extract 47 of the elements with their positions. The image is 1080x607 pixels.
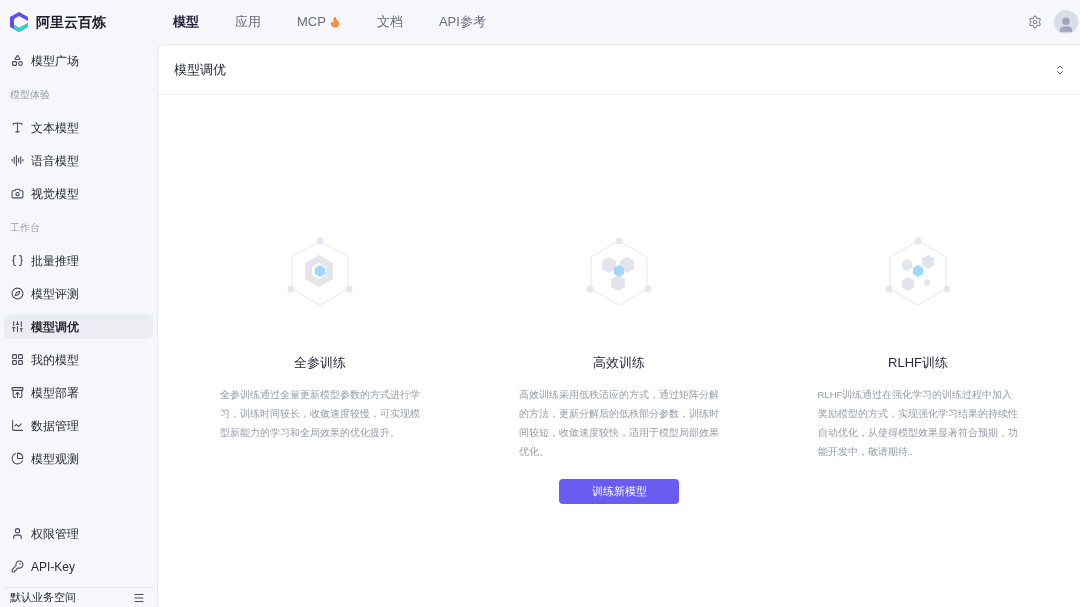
flame-icon [328, 16, 341, 28]
brand-name: 阿里云百炼 [36, 12, 106, 32]
nav-tab[interactable]: 文档 [376, 12, 403, 32]
expand-collapse-icon[interactable] [1054, 63, 1066, 76]
sidebar-item[interactable]: 模型观测 [4, 446, 153, 471]
card-description: RLHF训练通过在强化学习的训练过程中加入奖励模型的方式，实现强化学习结果的持续性自动优化，从使得模型效果显著符合预期，功能开发中，敬请期待.. [817, 387, 1019, 459]
sidebar-item[interactable]: 我的模型 [4, 347, 153, 372]
waveform-icon [11, 154, 24, 167]
nav-tab[interactable]: 模型 [173, 12, 199, 32]
card-description: 高效训练采用低秩适应的方式，通过矩阵分解的方法，更新分解后的低秩部分参数，训练时间较短，收敛速度较快，适用于模型局部效果优化。 [518, 387, 720, 459]
sidebar-item[interactable]: API-Key [4, 554, 153, 579]
sidebar-item[interactable]: 权限管理 [4, 521, 153, 546]
menu-icon[interactable] [133, 591, 145, 604]
sidebar-item[interactable]: 文本模型 [4, 115, 153, 140]
braces-icon [11, 254, 24, 267]
card-title: RLHF训练 [888, 354, 948, 372]
shapes-icon [11, 54, 24, 67]
nav-tab[interactable]: API参考 [438, 12, 486, 32]
sidebar-group-label: 工作台 [9, 220, 41, 235]
panel-title: 模型调优 [174, 60, 226, 79]
settings-icon[interactable] [1028, 15, 1042, 29]
train-new-model-button[interactable]: 训练新模型 [559, 478, 679, 504]
sidebar-item[interactable]: 批量推理 [4, 248, 153, 273]
sliders-icon [11, 320, 24, 333]
card-description: 全参训练通过全量更新模型参数的方式进行学习，训练时间较长，收敛速度较慢，可实现模型新能力的学习和全局效果的优化提升。 [219, 387, 421, 440]
card-title: 全参训练 [294, 354, 346, 372]
logo-icon [10, 12, 28, 32]
sidebar-item[interactable]: 模型部署 [4, 380, 153, 405]
sidebar-item[interactable]: 数据管理 [4, 413, 153, 438]
sidebar-item[interactable]: 模型评测 [4, 281, 153, 306]
sidebar-item[interactable]: 视觉模型 [4, 181, 153, 206]
card-title: 高效训练 [593, 354, 645, 372]
nav-tab[interactable]: 应用 [235, 12, 261, 32]
user-icon [11, 527, 24, 540]
pie-chart-icon [11, 452, 24, 465]
sidebar-item[interactable]: 模型调优 [4, 314, 153, 339]
sidebar-group-label: 模型体验 [9, 87, 51, 102]
grid-icon [11, 353, 24, 366]
workspace-name[interactable]: 默认业务空间 [10, 589, 76, 606]
sidebar-item[interactable]: 模型广场 [4, 48, 153, 73]
compass-icon [11, 287, 24, 300]
key-icon [11, 560, 24, 573]
line-chart-icon [11, 419, 24, 432]
nav-tab[interactable]: MCP [297, 12, 341, 32]
camera-icon [11, 187, 24, 200]
text-icon [11, 121, 24, 134]
sidebar-item[interactable]: 语音模型 [4, 148, 153, 173]
